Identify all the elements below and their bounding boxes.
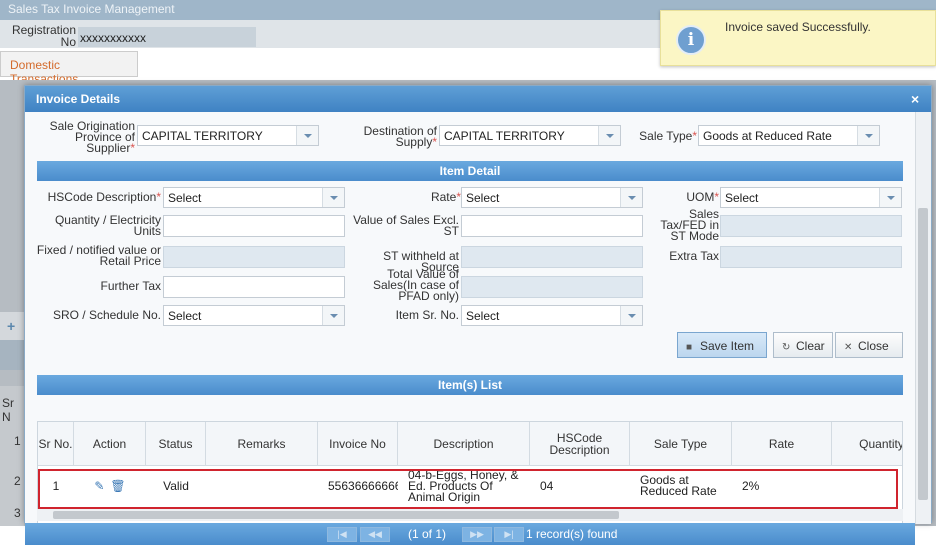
column-header[interactable]: Status [146,422,206,466]
column-header[interactable]: Sr No. [38,422,74,466]
dialog-title: Invoice Details [25,86,931,112]
column-header[interactable]: Sale Type [630,422,732,466]
record-count: 1 record(s) found [526,527,618,541]
quantity-input[interactable] [163,215,345,237]
dialog-body: Sale Origination Province of Supplier* C… [25,112,931,545]
first-page-button[interactable]: |◀ [327,527,357,542]
province-select[interactable]: CAPITAL TERRITORY [137,125,319,146]
province-label: Sale Origination Province of Supplier* [49,119,135,155]
vertical-scroll-thumb[interactable] [918,208,928,500]
grid-header: Sr No. Action Status Remarks Invoice No … [38,422,902,466]
extra-tax-field [720,246,902,268]
registration-label: Registration No [11,23,76,49]
background-toolbar [0,340,24,370]
save-icon: ■ [686,342,693,353]
background-add-icon[interactable]: + [0,312,24,340]
sales-tax-label: Sales Tax/FED in ST Mode [660,207,719,243]
total-value-field [461,276,643,298]
destination-label: Destination of Supply* [363,124,437,149]
registration-value: xxxxxxxxxxx [78,27,256,47]
sale-type-select[interactable]: Goods at Reduced Rate [698,125,880,146]
further-tax-input[interactable] [163,276,345,298]
success-toast[interactable]: i Invoice saved Successfully. [660,10,936,66]
rate-select[interactable]: Select [461,187,643,208]
column-header[interactable]: Action [74,422,146,466]
background-table-header: Sr N [2,396,14,424]
close-icon[interactable]: × [911,91,919,107]
column-header[interactable]: Quantity [832,422,902,466]
uom-label: UOM* [686,190,719,204]
toast-message: Invoice saved Successfully. [725,20,871,34]
column-header[interactable]: Description [398,422,530,466]
value-excl-input[interactable] [461,215,643,237]
sro-label: SRO / Schedule No. [52,308,161,322]
items-list-header: Item(s) List [37,375,903,395]
st-withheld-field [461,246,643,268]
uom-select[interactable]: Select [720,187,902,208]
chevron-down-icon [322,306,344,325]
chevron-down-icon [598,126,620,145]
sales-tax-field [720,215,902,237]
chevron-down-icon [857,126,879,145]
chevron-down-icon [322,188,344,207]
extra-tax-label: Extra Tax [669,249,719,263]
invoice-details-dialog: Invoice Details × Sale Origination Provi… [24,85,932,545]
app-title: Sales Tax Invoice Management [8,2,175,16]
sale-type-label: Sale Type* [639,129,697,143]
value-excl-label: Value of Sales Excl. ST [353,213,459,238]
item-sr-label: Item Sr. No. [395,308,459,322]
item-sr-select[interactable]: Select [461,305,643,326]
column-header[interactable]: Remarks [206,422,318,466]
fixed-value-field [163,246,345,268]
column-header[interactable]: Rate [732,422,832,466]
x-icon: ✕ [844,342,853,353]
column-header[interactable]: HSCode Description [530,422,630,466]
close-button[interactable]: ✕ Close [835,332,903,358]
hscode-select[interactable]: Select [163,187,345,208]
selected-row-highlight[interactable] [38,469,898,509]
further-tax-label: Further Tax [100,279,161,293]
total-value-label: Total Value of Sales(In case of PFAD onl… [372,267,459,303]
clear-button[interactable]: ↻ Clear [773,332,833,358]
chevron-down-icon [879,188,901,207]
column-header[interactable]: Invoice No [318,422,398,466]
tab-domestic-transactions[interactable]: Domestic Transactions [0,51,138,86]
info-icon: i [676,25,706,55]
next-page-button[interactable]: ▶▶ [462,527,492,542]
last-page-button[interactable]: ▶| [494,527,524,542]
prev-page-button[interactable]: ◀◀ [360,527,390,542]
chevron-down-icon [620,188,642,207]
chevron-down-icon [620,306,642,325]
destination-select[interactable]: CAPITAL TERRITORY [439,125,621,146]
hscode-label: HSCode Description* [47,190,161,204]
sro-select[interactable]: Select [163,305,345,326]
save-item-button[interactable]: ■ Save Item [677,332,767,358]
rate-label: Rate* [430,190,461,204]
fixed-value-label: Fixed / notified value or Retail Price [36,243,161,268]
chevron-down-icon [296,126,318,145]
page-info: (1 of 1) [408,527,447,541]
quantity-label: Quantity / Electricity Units [54,213,161,238]
refresh-icon: ↻ [782,342,791,353]
item-detail-header: Item Detail [37,161,903,181]
horizontal-scroll-thumb[interactable] [53,511,619,519]
